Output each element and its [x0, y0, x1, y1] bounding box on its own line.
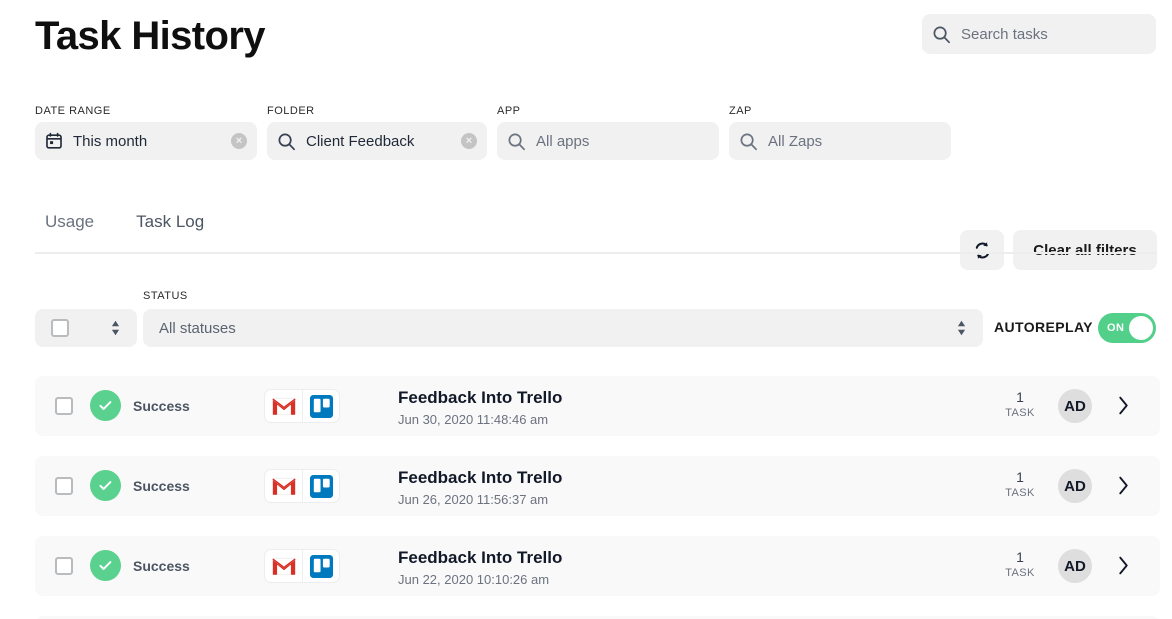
- filter-app: APP All apps: [497, 104, 719, 160]
- task-history-page: Task History Search tasks DATE RANGE Thi…: [0, 0, 1172, 619]
- page-header: Task History Search tasks: [0, 0, 1172, 95]
- row-timestamp: Jun 22, 2020 10:10:26 am: [398, 572, 550, 587]
- row-status-text: Success: [133, 557, 190, 574]
- row-task-count: 1 TASK: [985, 389, 1055, 420]
- filter-folder-value: Client Feedback: [306, 132, 415, 150]
- filter-zap-placeholder: All Zaps: [768, 132, 823, 150]
- row-task-count: 1 TASK: [985, 469, 1055, 500]
- row-app-icons: [265, 550, 339, 582]
- row-checkbox[interactable]: [55, 397, 73, 415]
- trello-icon: [302, 390, 339, 422]
- row-task-count-label: TASK: [1005, 407, 1035, 419]
- row-details: Feedback Into Trello Jun 30, 2020 11:48:…: [398, 387, 562, 428]
- filter-date-range-field[interactable]: This month ×: [35, 122, 257, 160]
- row-task-count-value: 1: [1016, 389, 1024, 405]
- filter-zap-label: ZAP: [729, 105, 752, 117]
- list-toolbar: STATUS All statuses AUTOREPLAY: [0, 288, 1172, 347]
- filter-zap-field[interactable]: All Zaps: [729, 122, 951, 160]
- row-checkbox[interactable]: [55, 557, 73, 575]
- gmail-icon: [265, 550, 302, 582]
- status-badge: Success: [90, 550, 190, 581]
- search-icon: [932, 25, 951, 44]
- row-status-text: Success: [133, 397, 190, 414]
- trello-icon: [302, 550, 339, 582]
- tab-usage[interactable]: Usage: [35, 208, 104, 236]
- status-badge: Success: [90, 390, 190, 421]
- filter-folder: FOLDER Client Feedback ×: [267, 104, 487, 160]
- success-check-icon: [90, 470, 121, 501]
- row-status-text: Success: [133, 477, 190, 494]
- row-title: Feedback Into Trello: [398, 388, 563, 407]
- sort-arrows-icon[interactable]: [110, 319, 121, 337]
- filter-folder-label: FOLDER: [267, 105, 315, 117]
- row-title: Feedback Into Trello: [398, 548, 563, 567]
- sort-arrows-icon[interactable]: [956, 319, 967, 337]
- calendar-icon: [45, 132, 63, 150]
- avatar[interactable]: AD: [1058, 389, 1092, 423]
- chevron-right-icon[interactable]: [1117, 475, 1130, 496]
- gmail-icon: [265, 390, 302, 422]
- row-app-icons: [265, 470, 339, 502]
- autoreplay-toggle-knob: [1129, 316, 1153, 340]
- row-task-count-value: 1: [1016, 469, 1024, 485]
- search-icon: [277, 132, 296, 151]
- row-timestamp: Jun 26, 2020 11:56:37 am: [398, 492, 549, 507]
- refresh-button[interactable]: [960, 230, 1004, 270]
- success-check-icon: [90, 390, 121, 421]
- row-details: Feedback Into Trello Jun 22, 2020 10:10:…: [398, 547, 562, 588]
- status-badge: Success: [90, 470, 190, 501]
- chevron-right-icon[interactable]: [1117, 555, 1130, 576]
- table-row[interactable]: Success: [35, 456, 1160, 516]
- status-filter-label: STATUS: [143, 290, 188, 302]
- table-row[interactable]: Success: [35, 376, 1160, 436]
- tab-bar: Usage Task Log: [35, 208, 214, 236]
- tab-task-log[interactable]: Task Log: [126, 208, 214, 236]
- filter-date-range-label: DATE RANGE: [35, 105, 111, 117]
- row-task-count-label: TASK: [1005, 567, 1035, 579]
- filter-app-placeholder: All apps: [536, 132, 590, 150]
- status-filter-value: All statuses: [159, 319, 236, 337]
- row-title: Feedback Into Trello: [398, 468, 563, 487]
- filter-zap: ZAP All Zaps: [729, 104, 951, 160]
- table-row[interactable]: Success: [35, 536, 1160, 596]
- trello-icon: [302, 470, 339, 502]
- select-all-control[interactable]: [35, 309, 137, 347]
- refresh-icon: [972, 240, 993, 261]
- search-icon: [739, 132, 758, 151]
- task-list: Success Feedback Into Trello Jun 30, 202…: [35, 376, 1160, 619]
- filter-folder-clear-icon[interactable]: ×: [461, 133, 477, 149]
- filter-date-range-value: This month: [73, 132, 148, 150]
- filter-bar: DATE RANGE This month × FOLDER Client Fe…: [0, 104, 1172, 270]
- row-task-count-label: TASK: [1005, 487, 1035, 499]
- search-tasks-placeholder: Search tasks: [961, 25, 1048, 43]
- page-title: Task History: [35, 14, 266, 58]
- row-task-count: 1 TASK: [985, 549, 1055, 580]
- search-icon: [507, 132, 526, 151]
- select-all-checkbox[interactable]: [51, 319, 69, 337]
- tab-divider: [35, 252, 1157, 254]
- clear-all-filters-button[interactable]: Clear all filters: [1013, 230, 1157, 270]
- filter-app-field[interactable]: All apps: [497, 122, 719, 160]
- row-task-count-value: 1: [1016, 549, 1024, 565]
- avatar[interactable]: AD: [1058, 549, 1092, 583]
- autoreplay-label: AUTOREPLAY: [994, 319, 1093, 335]
- row-timestamp: Jun 30, 2020 11:48:46 am: [398, 412, 549, 427]
- search-tasks-input[interactable]: Search tasks: [922, 14, 1156, 54]
- filter-date-range-clear-icon[interactable]: ×: [231, 133, 247, 149]
- row-checkbox[interactable]: [55, 477, 73, 495]
- gmail-icon: [265, 470, 302, 502]
- success-check-icon: [90, 550, 121, 581]
- status-filter-select[interactable]: All statuses: [143, 309, 983, 347]
- autoreplay-toggle-state: ON: [1107, 322, 1125, 334]
- autoreplay-toggle[interactable]: ON: [1098, 313, 1156, 343]
- filter-folder-field[interactable]: Client Feedback ×: [267, 122, 487, 160]
- avatar[interactable]: AD: [1058, 469, 1092, 503]
- filter-app-label: APP: [497, 105, 521, 117]
- row-details: Feedback Into Trello Jun 26, 2020 11:56:…: [398, 467, 562, 508]
- chevron-right-icon[interactable]: [1117, 395, 1130, 416]
- filter-date-range: DATE RANGE This month ×: [35, 104, 257, 160]
- row-app-icons: [265, 390, 339, 422]
